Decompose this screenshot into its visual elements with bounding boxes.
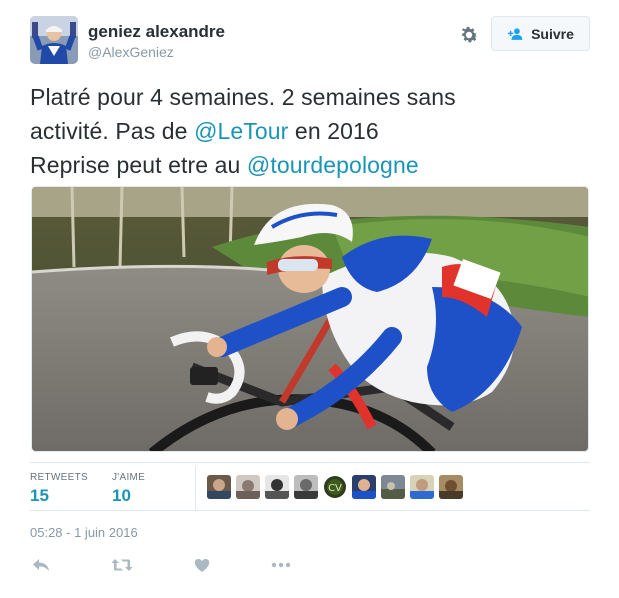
avatar[interactable] (30, 16, 78, 64)
tweet-line-1: Platré pour 4 semaines. 2 semaines sans (30, 84, 456, 110)
tweet-text-segment: en 2016 (288, 118, 379, 144)
tweet-photo[interactable] (31, 186, 589, 452)
likes-count[interactable]: 10 (112, 486, 131, 506)
likes-label: J'AIME (112, 472, 146, 483)
more-icon[interactable] (270, 556, 292, 574)
liker-avatar[interactable] (236, 475, 260, 499)
likers-avatars: CV (207, 475, 463, 499)
liker-avatar[interactable] (410, 475, 434, 499)
liker-avatar[interactable] (294, 475, 318, 499)
liker-avatar[interactable] (207, 475, 231, 499)
gear-icon[interactable] (458, 24, 480, 46)
follow-label: Suivre (531, 25, 574, 42)
user-name[interactable]: geniez alexandre (88, 22, 225, 42)
tweet-text-segment: Reprise peut etre au (30, 152, 247, 178)
mention-link[interactable]: @LeTour (194, 118, 288, 144)
reply-icon[interactable] (30, 556, 52, 574)
liker-avatar[interactable] (265, 475, 289, 499)
tweet-line-3: Reprise peut etre au @tourdepologne (30, 148, 590, 182)
stats-separator (195, 466, 196, 510)
mention-link[interactable]: @tourdepologne (247, 152, 419, 178)
retweet-icon[interactable] (111, 556, 133, 574)
liker-avatar[interactable] (439, 475, 463, 499)
follow-button[interactable]: Suivre (491, 16, 590, 51)
tweet-text-segment: activité. Pas de (30, 118, 195, 144)
retweets-count[interactable]: 15 (30, 486, 49, 506)
tweet-timestamp[interactable]: 05:28 - 1 juin 2016 (30, 525, 138, 540)
user-handle[interactable]: @AlexGeniez (88, 44, 174, 60)
svg-text:CV: CV (328, 483, 342, 494)
liker-avatar[interactable]: CV (323, 475, 347, 499)
heart-icon[interactable] (191, 556, 213, 574)
liker-avatar[interactable] (381, 475, 405, 499)
retweets-label: RETWEETS (30, 472, 88, 483)
liker-avatar[interactable] (352, 475, 376, 499)
tweet-text: Platré pour 4 semaines. 2 semaines sans … (30, 80, 590, 182)
tweet-line-2: activité. Pas de @LeTour en 2016 (30, 114, 590, 148)
divider (30, 462, 590, 463)
divider (30, 510, 590, 511)
add-user-icon (507, 27, 523, 40)
